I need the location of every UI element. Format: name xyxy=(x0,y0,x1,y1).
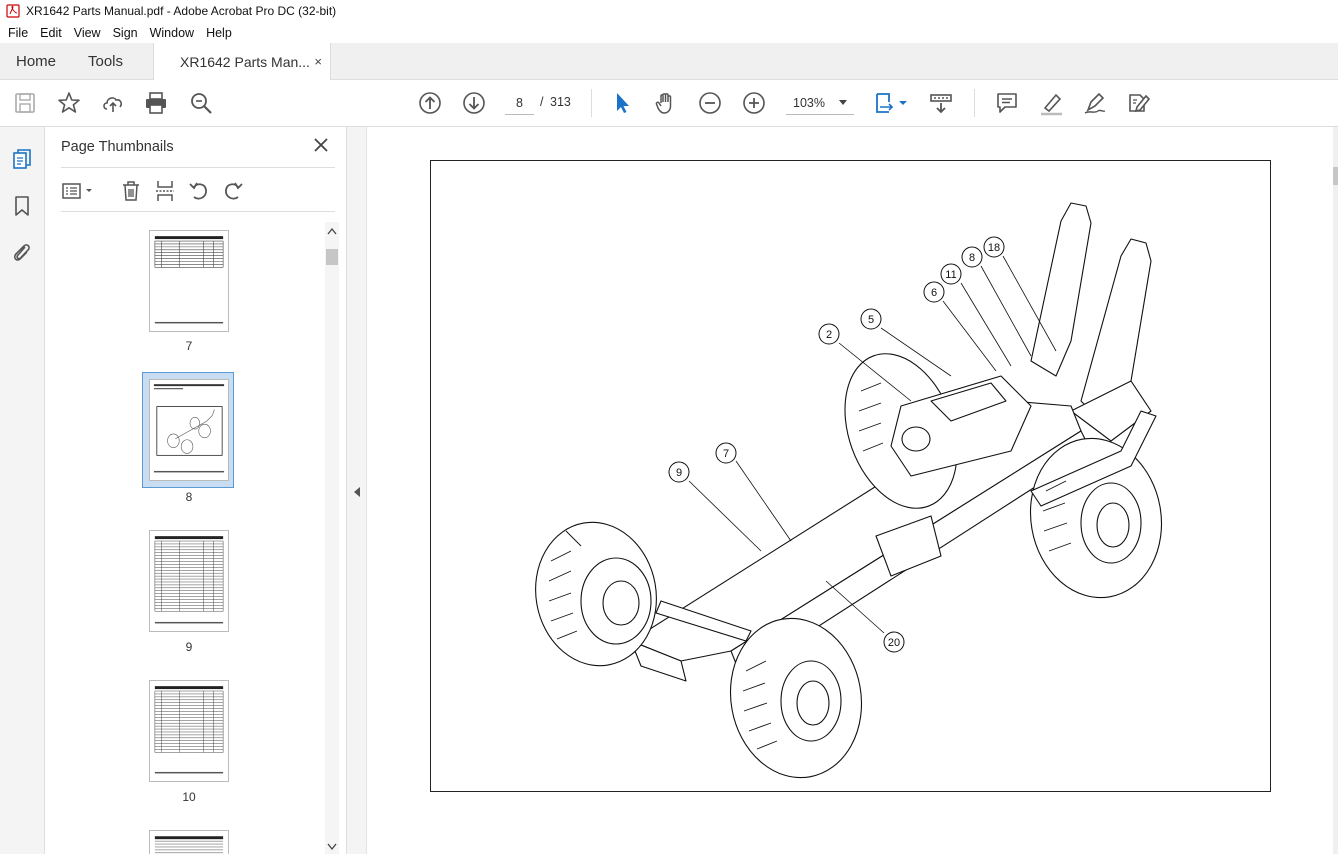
page-thumbnail-7[interactable] xyxy=(149,230,229,332)
tab-close-icon[interactable]: × xyxy=(314,54,322,69)
page-up-icon[interactable] xyxy=(417,90,443,116)
insert-page-icon[interactable] xyxy=(153,179,177,203)
tab-home[interactable]: Home xyxy=(16,43,56,80)
rotate-cw-icon[interactable] xyxy=(221,179,245,203)
thumbnail-label-10: 10 xyxy=(182,790,196,804)
page-number-input[interactable]: 8 xyxy=(505,91,534,115)
callout-8: 8 xyxy=(961,246,983,268)
close-icon[interactable] xyxy=(313,137,329,153)
panel-divider xyxy=(61,211,335,212)
zoom-level-value: 103% xyxy=(793,95,825,110)
scroll-up-icon[interactable] xyxy=(325,226,339,236)
thumbnail-label-9: 9 xyxy=(185,640,193,654)
callout-18: 18 xyxy=(983,236,1005,258)
callout-6: 6 xyxy=(923,281,945,303)
zoom-search-icon[interactable] xyxy=(188,90,214,116)
scroll-mode-icon[interactable] xyxy=(928,90,954,116)
vehicle-chassis-illustration: 2 5 6 11 8 18 7 9 20 xyxy=(535,202,1163,779)
menu-sign[interactable]: Sign xyxy=(107,26,144,40)
panel-divider xyxy=(61,167,335,168)
callout-5-label: 5 xyxy=(868,314,874,326)
panel-title: Page Thumbnails xyxy=(61,139,174,155)
panel-splitter[interactable] xyxy=(347,127,367,854)
callout-2-label: 2 xyxy=(826,329,832,341)
bookmarks-icon[interactable] xyxy=(10,194,34,218)
page-thumbnail-10[interactable] xyxy=(149,680,229,782)
callout-6-label: 6 xyxy=(931,287,937,299)
callout-8-label: 8 xyxy=(969,252,975,264)
thumbnails-list: 7 8 9 10 xyxy=(61,222,321,854)
save-icon[interactable] xyxy=(12,90,38,116)
thumbnail-label-7: 7 xyxy=(185,339,193,353)
menu-edit[interactable]: Edit xyxy=(34,26,68,40)
callout-9: 9 xyxy=(668,461,690,483)
panel-toolbar xyxy=(61,179,331,203)
callout-11-label: 11 xyxy=(945,269,956,281)
callout-11: 11 xyxy=(940,263,962,285)
page-thumbnail-11[interactable] xyxy=(149,830,229,854)
delete-page-icon[interactable] xyxy=(119,179,143,203)
callout-2: 2 xyxy=(818,323,840,345)
page-thumbnails-icon[interactable] xyxy=(10,147,34,171)
select-pointer-icon[interactable] xyxy=(609,90,635,116)
comment-icon[interactable] xyxy=(994,90,1020,116)
menu-file[interactable]: File xyxy=(2,26,34,40)
menu-window[interactable]: Window xyxy=(144,26,200,40)
window-titlebar: XR1642 Parts Manual.pdf - Adobe Acrobat … xyxy=(0,0,1338,22)
page-thumbnail-9[interactable] xyxy=(149,530,229,632)
print-icon[interactable] xyxy=(143,90,169,116)
thumbnail-label-8: 8 xyxy=(185,490,193,504)
acrobat-app-icon xyxy=(6,4,20,18)
zoom-in-icon[interactable] xyxy=(741,90,767,116)
tab-bar: Home Tools XR1642 Parts Man... × xyxy=(0,43,1338,81)
document-scrollbar[interactable] xyxy=(1333,127,1338,854)
fit-page-icon[interactable] xyxy=(872,90,905,116)
bookmark-star-icon[interactable] xyxy=(56,90,82,116)
rotate-ccw-icon[interactable] xyxy=(187,179,211,203)
fit-page-dropdown-icon[interactable] xyxy=(898,90,908,116)
zoom-level-select[interactable]: 103% xyxy=(786,91,854,115)
page-down-icon[interactable] xyxy=(461,90,487,116)
toolbar-divider xyxy=(591,89,592,117)
upload-share-icon[interactable] xyxy=(100,90,126,116)
thumbnail-options-icon[interactable] xyxy=(61,179,92,203)
menu-view[interactable]: View xyxy=(68,26,107,40)
menu-bar: File Edit View Sign Window Help xyxy=(0,22,1338,43)
window-title: XR1642 Parts Manual.pdf - Adobe Acrobat … xyxy=(26,4,337,18)
page-separator: / xyxy=(540,95,544,109)
callout-20-label: 20 xyxy=(888,637,900,649)
fill-sign-icon[interactable] xyxy=(1125,90,1151,116)
chevron-down-icon xyxy=(839,100,847,105)
highlight-pen-icon[interactable] xyxy=(1038,90,1064,116)
callout-20: 20 xyxy=(883,631,905,653)
thumbnails-scrollbar[interactable] xyxy=(325,222,339,854)
callout-18-label: 18 xyxy=(988,242,1000,254)
scrollbar-thumb[interactable] xyxy=(326,249,338,265)
page-total: 313 xyxy=(550,95,571,109)
callout-7-label: 7 xyxy=(723,448,729,460)
callout-7: 7 xyxy=(715,442,737,464)
callout-5: 5 xyxy=(860,308,882,330)
draw-sign-icon[interactable] xyxy=(1082,90,1108,116)
collapse-panel-icon[interactable] xyxy=(354,487,360,497)
thumbnails-panel: Page Thumbnails 7 8 9 10 xyxy=(45,127,347,854)
tab-document[interactable]: XR1642 Parts Man... × xyxy=(153,43,331,81)
page-thumbnail-8[interactable] xyxy=(149,379,229,481)
parts-figure: 2 5 6 11 8 18 7 9 20 xyxy=(430,160,1271,792)
callout-9-label: 9 xyxy=(676,467,682,479)
zoom-out-icon[interactable] xyxy=(697,90,723,116)
menu-help[interactable]: Help xyxy=(200,26,238,40)
scroll-down-icon[interactable] xyxy=(325,842,339,852)
scrollbar-thumb[interactable] xyxy=(1333,167,1338,185)
attachments-icon[interactable] xyxy=(10,240,34,264)
left-rail xyxy=(0,127,45,854)
tab-document-label: XR1642 Parts Man... xyxy=(180,54,310,70)
tab-tools[interactable]: Tools xyxy=(88,43,123,80)
main-toolbar: 8 / 313 103% xyxy=(0,80,1338,127)
toolbar-divider xyxy=(974,89,975,117)
hand-pan-icon[interactable] xyxy=(653,90,679,116)
